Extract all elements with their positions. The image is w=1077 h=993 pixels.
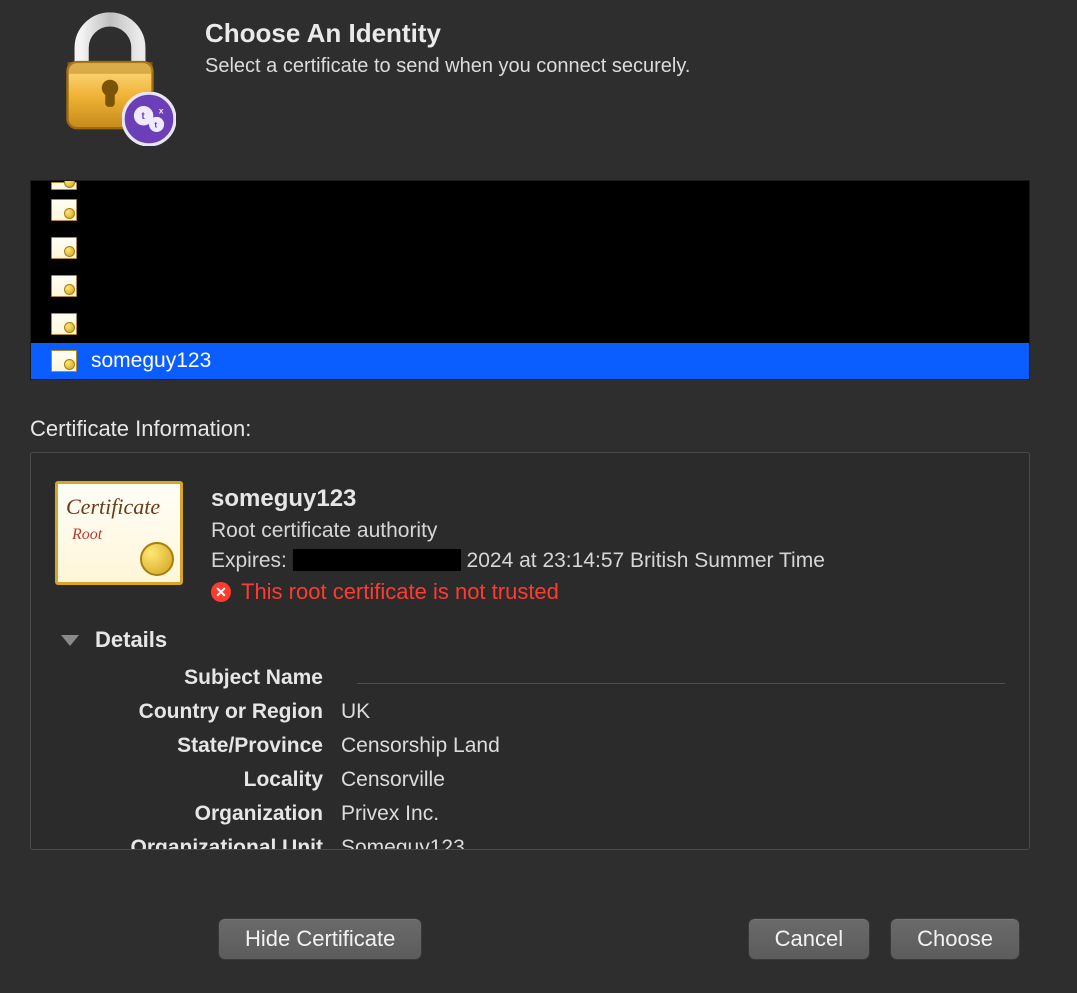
certificate-info-label: Certificate Information: <box>30 416 1030 442</box>
lock-icon: t t x <box>50 10 170 140</box>
table-row: Country or Region UK <box>55 695 1005 729</box>
chevron-down-icon <box>61 635 79 646</box>
table-row: Organization Privex Inc. <box>55 797 1005 831</box>
svg-text:x: x <box>159 106 164 116</box>
certificate-icon <box>51 199 77 221</box>
certificate-icon <box>51 350 77 372</box>
textual-app-badge-icon: t t x <box>122 92 176 146</box>
certificate-expiry: Expires: 2024 at 23:14:57 British Summer… <box>211 549 825 573</box>
list-item[interactable] <box>31 305 1029 343</box>
identity-chooser-sheet: t t x Choose An Identity Select a certif… <box>0 0 1060 980</box>
details-table: Subject Name Country or Region UK State/… <box>55 661 1005 850</box>
sheet-footer: Hide Certificate Cancel Choose <box>0 918 1060 960</box>
sheet-title: Choose An Identity <box>205 18 690 49</box>
subject-name-heading: Subject Name <box>55 666 341 690</box>
cancel-button[interactable]: Cancel <box>748 918 870 960</box>
certificate-large-icon: Certificate Root <box>55 481 183 585</box>
identity-list[interactable]: someguy123 <box>30 180 1030 380</box>
certificate-type: Root certificate authority <box>211 519 825 543</box>
table-row: State/Province Censorship Land <box>55 729 1005 763</box>
certificate-info-panel: Certificate Root someguy123 Root certifi… <box>30 452 1030 850</box>
sheet-header: t t x Choose An Identity Select a certif… <box>0 10 1060 160</box>
certificate-icon <box>51 182 77 190</box>
details-disclosure[interactable]: Details <box>55 627 1005 653</box>
certificate-name: someguy123 <box>211 485 825 513</box>
certificate-icon <box>51 275 77 297</box>
list-item[interactable] <box>31 267 1029 305</box>
list-item-selected[interactable]: someguy123 <box>31 343 1029 379</box>
sheet-subtitle: Select a certificate to send when you co… <box>205 55 690 78</box>
list-item[interactable] <box>31 181 1029 191</box>
certificate-trust-status: ✕ This root certificate is not trusted <box>211 579 825 605</box>
list-item-label: someguy123 <box>91 349 211 373</box>
certificate-icon <box>51 313 77 335</box>
choose-button[interactable]: Choose <box>890 918 1020 960</box>
list-item[interactable] <box>31 191 1029 229</box>
hide-certificate-button[interactable]: Hide Certificate <box>218 918 422 960</box>
table-row: Organizational Unit Someguy123 <box>55 831 1005 850</box>
certificate-icon <box>51 237 77 259</box>
error-icon: ✕ <box>211 582 231 602</box>
list-item[interactable] <box>31 229 1029 267</box>
svg-text:t: t <box>154 120 157 130</box>
table-row: Locality Censorville <box>55 763 1005 797</box>
redacted-date <box>293 549 461 571</box>
